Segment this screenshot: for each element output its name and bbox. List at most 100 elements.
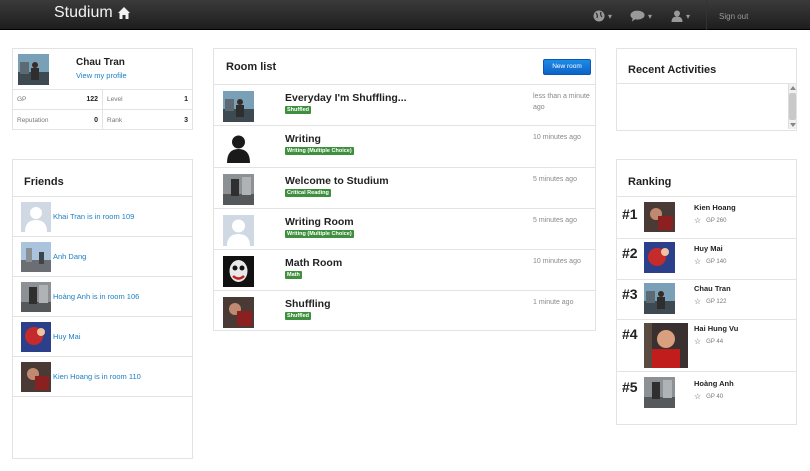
friend-avatar xyxy=(21,201,51,232)
room-title[interactable]: Writing xyxy=(285,133,321,145)
rank-number: #1 xyxy=(622,206,638,222)
scroll-thumb[interactable] xyxy=(789,93,796,120)
ranking-item[interactable]: #4 Hai Hung Vu ☆ GP 44 xyxy=(617,319,796,371)
room-time: 10 minutes ago xyxy=(533,258,581,266)
activities-scrollbar[interactable] xyxy=(788,84,796,129)
friends-panel: Friends Khai Tran is in room 109 Anh Dan… xyxy=(12,159,193,459)
friend-link[interactable]: Anh Dang xyxy=(53,252,86,261)
ranking-item[interactable]: #1 Kien Hoang ☆ GP 260 xyxy=(617,197,796,238)
room-list-title: Room list xyxy=(226,61,277,73)
chat-icon xyxy=(630,10,645,22)
ranking-name[interactable]: Chau Tran xyxy=(694,284,731,293)
stat-gp: GP 122 xyxy=(17,96,98,103)
room-time: 5 minutes ago xyxy=(533,175,577,183)
ranking-gp: ☆ GP 140 xyxy=(694,257,727,266)
rank-number: #2 xyxy=(622,245,638,261)
globe-icon xyxy=(593,10,605,22)
stat-rank: Rank 3 xyxy=(102,110,192,130)
room-tag: Critical Reading xyxy=(285,188,331,197)
profile-name: Chau Tran xyxy=(76,57,125,68)
room-thumbnail xyxy=(223,214,254,246)
room-thumbnail xyxy=(223,297,254,329)
room-item[interactable]: Writing Writing (Multiple Choice) 10 min… xyxy=(214,126,595,168)
home-icon xyxy=(117,6,131,20)
friend-item[interactable]: Anh Dang xyxy=(13,237,192,277)
ranking-avatar xyxy=(644,283,675,314)
profile-avatar[interactable] xyxy=(18,54,49,85)
top-navbar: Studium ▾ ▾ ▾ Sign out xyxy=(0,0,810,30)
room-thumbnail xyxy=(223,132,254,164)
caret-down-icon: ▾ xyxy=(608,11,613,21)
room-title[interactable]: Welcome to Studium xyxy=(285,175,389,187)
scroll-down-icon[interactable] xyxy=(790,123,796,127)
friend-link[interactable]: Kien Hoang is in room 110 xyxy=(53,372,141,381)
room-item[interactable]: Writing Room Writing (Multiple Choice) 5… xyxy=(214,209,595,251)
room-title[interactable]: Writing Room xyxy=(285,216,354,228)
room-time: less than a minute ago xyxy=(533,93,590,111)
friend-link[interactable]: Khai Tran is in room 109 xyxy=(53,212,134,221)
room-tag: Writing (Multiple Choice) xyxy=(285,147,354,156)
friend-item[interactable]: Hoàng Anh is in room 106 xyxy=(13,277,192,317)
room-item[interactable]: Math Room Math 10 minutes ago xyxy=(214,250,595,292)
chat-menu[interactable]: ▾ xyxy=(630,9,652,23)
ranking-avatar xyxy=(644,323,688,368)
caret-down-icon: ▾ xyxy=(686,11,691,21)
ranking-name[interactable]: Huy Mai xyxy=(694,244,723,253)
room-tag: Math xyxy=(285,271,302,280)
ranking-gp: ☆ GP 122 xyxy=(694,297,727,306)
room-list-panel: Room list New room Everyday I'm Shufflin… xyxy=(213,48,596,331)
friend-link[interactable]: Hoàng Anh is in room 106 xyxy=(53,292,139,301)
brand-link[interactable]: Studium xyxy=(54,4,131,22)
ranking-avatar xyxy=(644,377,675,408)
profile-card: Chau Tran View my profile GP 122 Level 1 R… xyxy=(12,48,193,130)
ranking-avatar xyxy=(644,202,675,232)
room-time: 5 minutes ago xyxy=(533,216,577,224)
sign-out-link[interactable]: Sign out xyxy=(719,12,748,21)
room-title[interactable]: Shuffling xyxy=(285,298,331,310)
room-thumbnail xyxy=(223,256,254,288)
friend-item[interactable]: Huy Mai xyxy=(13,317,192,357)
ranking-gp: ☆ GP 40 xyxy=(694,392,724,401)
room-tag: Shuffled xyxy=(285,106,311,114)
caret-down-icon: ▾ xyxy=(648,11,653,21)
friend-item[interactable]: Kien Hoang is in room 110 xyxy=(13,357,192,397)
new-room-button[interactable]: New room xyxy=(543,59,591,75)
rank-number: #4 xyxy=(622,326,638,342)
rank-number: #5 xyxy=(622,379,638,395)
ranking-name[interactable]: Hai Hung Vu xyxy=(694,324,738,333)
star-icon: ☆ xyxy=(694,216,702,225)
stat-level: Level 1 xyxy=(102,90,192,109)
ranking-name[interactable]: Kien Hoang xyxy=(694,203,736,212)
star-icon: ☆ xyxy=(694,297,702,306)
friend-avatar xyxy=(21,361,51,392)
room-item[interactable]: Welcome to Studium Critical Reading 5 mi… xyxy=(214,168,595,209)
room-tag: Writing (Multiple Choice) xyxy=(285,229,354,238)
friend-item[interactable]: Khai Tran is in room 109 xyxy=(13,197,192,237)
ranking-item[interactable]: #3 Chau Tran ☆ GP 122 xyxy=(617,279,796,319)
view-profile-link[interactable]: View my profile xyxy=(76,71,127,80)
user-menu[interactable]: ▾ xyxy=(671,9,690,23)
room-thumbnail xyxy=(223,91,254,122)
ranking-title: Ranking xyxy=(628,176,672,188)
friend-link[interactable]: Huy Mai xyxy=(53,332,81,341)
ranking-name[interactable]: Hoàng Anh xyxy=(694,379,734,388)
room-title[interactable]: Math Room xyxy=(285,257,342,269)
rank-number: #3 xyxy=(622,286,638,302)
ranking-avatar xyxy=(644,242,675,273)
room-title[interactable]: Everyday I'm Shuffling... xyxy=(285,92,407,104)
room-item[interactable]: Everyday I'm Shuffling... Shuffled less … xyxy=(214,85,595,127)
ranking-item[interactable]: #5 Hoàng Anh ☆ GP 40 xyxy=(617,371,796,421)
profile-stats: GP 122 Level 1 Reputation 0 Rank 3 xyxy=(13,89,192,130)
friend-avatar xyxy=(21,321,51,352)
globe-menu[interactable]: ▾ xyxy=(593,9,612,23)
star-icon: ☆ xyxy=(694,392,702,401)
scroll-up-icon[interactable] xyxy=(790,86,796,90)
friend-avatar xyxy=(21,281,51,312)
room-thumbnail xyxy=(223,173,254,205)
ranking-item[interactable]: #2 Huy Mai ☆ GP 140 xyxy=(617,238,796,279)
room-tag: Shuffled xyxy=(285,312,311,321)
room-item[interactable]: Shuffling Shuffled 1 minute ago xyxy=(214,291,595,332)
ranking-gp: ☆ GP 44 xyxy=(694,337,724,346)
star-icon: ☆ xyxy=(694,337,702,346)
star-icon: ☆ xyxy=(694,257,702,266)
